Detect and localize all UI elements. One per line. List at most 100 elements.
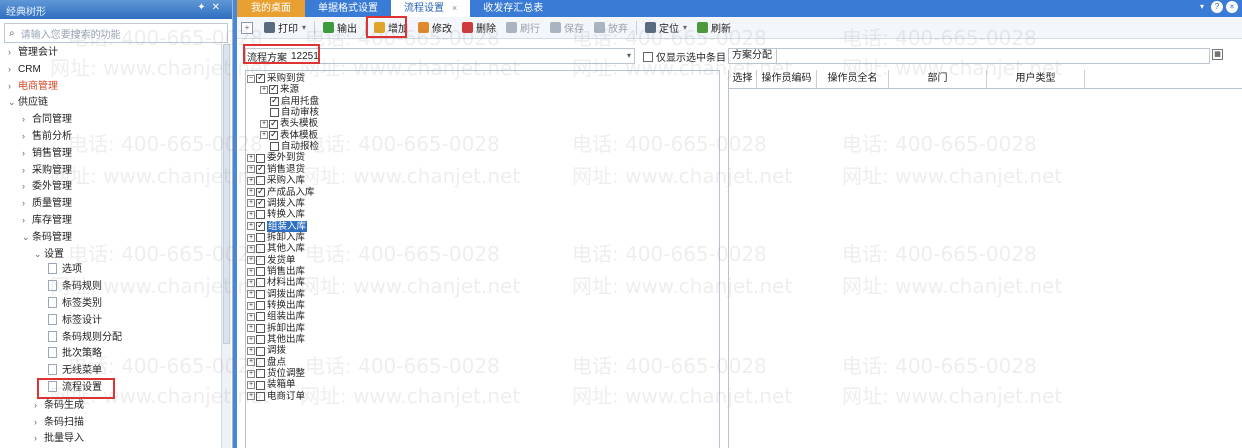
process-tree-node[interactable]: + 装箱单	[247, 379, 296, 390]
nav-group-item[interactable]: › 销售管理	[0, 145, 221, 162]
node-checkbox[interactable]	[256, 289, 265, 299]
help-icon[interactable]: ?	[1211, 1, 1223, 13]
toolbar-toggle-icon[interactable]: +	[241, 21, 253, 34]
table-column-header[interactable]: 操作员编码	[757, 70, 817, 88]
nav-group-item[interactable]: › 库存管理	[0, 212, 221, 229]
node-checkbox[interactable]	[256, 176, 265, 186]
expand-icon[interactable]: +	[247, 176, 255, 185]
nav-group-item[interactable]: › 委外管理	[0, 178, 221, 195]
nav-leaf-item[interactable]: 选项	[0, 262, 221, 279]
nav-group-item[interactable]: ⌄ 供应链	[0, 94, 221, 111]
tab-item[interactable]: 单据格式设置	[305, 0, 391, 17]
expand-icon[interactable]: +	[247, 301, 255, 310]
expand-icon[interactable]: +	[247, 369, 255, 378]
process-tree-node[interactable]: + 调拨入库	[247, 197, 305, 209]
process-tree-node[interactable]: + 调拨出库	[247, 289, 305, 300]
nav-scrollbar-thumb[interactable]	[223, 44, 230, 344]
node-checkbox[interactable]	[256, 197, 265, 208]
chevron-down-icon[interactable]: ⌄	[8, 94, 18, 111]
chevron-right-icon[interactable]: ›	[22, 162, 32, 179]
chevron-down-icon[interactable]: ⌄	[34, 246, 44, 263]
node-checkbox[interactable]	[256, 153, 265, 163]
expand-icon[interactable]: +	[247, 312, 255, 321]
node-checkbox[interactable]	[256, 267, 265, 277]
chevron-down-icon[interactable]: ▾	[627, 51, 631, 60]
nav-group-item[interactable]: › 质量管理	[0, 195, 221, 212]
node-checkbox[interactable]	[256, 380, 265, 390]
chevron-down-icon[interactable]: ▾	[683, 23, 687, 32]
chevron-right-icon[interactable]: ›	[22, 111, 32, 128]
chevron-down-icon[interactable]: ▾	[302, 23, 306, 32]
nav-search-input[interactable]: ⌕ 请输入您要搜索的功能	[4, 23, 228, 43]
toolbar-button[interactable]: 刷行	[501, 19, 545, 37]
nav-leaf-item[interactable]: 流程设置	[0, 377, 221, 399]
expand-icon[interactable]: +	[247, 290, 255, 299]
expand-icon[interactable]: +	[260, 85, 268, 94]
node-checkbox[interactable]	[270, 95, 279, 106]
process-tree-node[interactable]: + 表体模板	[260, 129, 318, 141]
nav-group-item[interactable]: › 批量导入	[0, 430, 221, 447]
nav-leaf-item[interactable]: 条码规则	[0, 279, 221, 296]
process-tree-node[interactable]: + 组装出库	[247, 311, 305, 322]
tab-item[interactable]: 流程设置 ×	[391, 0, 471, 17]
chevron-right-icon[interactable]: ›	[22, 212, 32, 229]
process-tree-node[interactable]: + 拆卸入库	[247, 232, 305, 243]
node-checkbox[interactable]	[270, 142, 279, 152]
chevron-right-icon[interactable]: ›	[8, 78, 18, 95]
process-tree-node[interactable]: + 组装入库	[247, 220, 308, 232]
expand-icon[interactable]: +	[247, 165, 255, 174]
toolbar-button[interactable]: 打印 ▾	[259, 19, 311, 37]
nav-group-item[interactable]: › 电商管理	[0, 78, 221, 95]
table-column-header[interactable]: 选择	[729, 70, 757, 88]
expand-icon[interactable]: +	[247, 347, 255, 356]
tab-item[interactable]: 收发存汇总表	[470, 0, 556, 17]
process-tree-node[interactable]: + 来源	[260, 83, 299, 95]
process-tree-node[interactable]: + 采购入库	[247, 175, 305, 186]
toolbar-button[interactable]: 定位 ▾	[640, 19, 692, 37]
node-checkbox[interactable]	[256, 335, 265, 345]
expand-icon[interactable]: +	[247, 278, 255, 287]
nav-group-item[interactable]: › 合同管理	[0, 111, 221, 128]
nav-group-item[interactable]: ⌄ 条码管理	[0, 229, 221, 246]
nav-group-item[interactable]: › 条码扫描	[0, 414, 221, 431]
table-column-header[interactable]: 用户类型	[987, 70, 1085, 88]
node-checkbox[interactable]	[256, 220, 265, 231]
table-column-header[interactable]: 操作员全名	[817, 70, 889, 88]
expand-icon[interactable]: +	[247, 324, 255, 333]
node-checkbox[interactable]	[256, 186, 265, 197]
node-checkbox[interactable]	[269, 129, 278, 140]
nav-group-item[interactable]: › 售前分析	[0, 128, 221, 145]
node-checkbox[interactable]	[256, 369, 265, 379]
chevron-right-icon[interactable]: ›	[8, 44, 18, 61]
expand-icon[interactable]: +	[247, 233, 255, 242]
collapse-icon[interactable]: −	[247, 74, 255, 83]
close-icon[interactable]: ×	[452, 3, 457, 13]
toolbar-button[interactable]: 保存	[545, 19, 589, 37]
process-tree-node[interactable]: 自动报检	[260, 141, 319, 152]
nav-leaf-item[interactable]: 批次策略	[0, 346, 221, 363]
chevron-down-icon[interactable]: ⌄	[22, 229, 32, 246]
expand-icon[interactable]: +	[247, 244, 255, 253]
toolbar-button[interactable]: 输出	[318, 19, 362, 37]
expand-icon[interactable]: +	[247, 199, 255, 208]
chevron-right-icon[interactable]: ›	[22, 145, 32, 162]
expand-icon[interactable]: +	[247, 267, 255, 276]
plan-assign-field[interactable]: 方案分配	[728, 48, 1210, 64]
node-checkbox[interactable]	[256, 244, 265, 254]
process-tree-node[interactable]: + 货位调整	[247, 368, 305, 379]
grid-icon[interactable]: ▦	[1212, 49, 1223, 60]
nav-group-item[interactable]: › 采购管理	[0, 162, 221, 179]
chevron-right-icon[interactable]: ›	[22, 195, 32, 212]
process-tree-node[interactable]: 自动审核	[260, 107, 319, 118]
node-checkbox[interactable]	[256, 163, 265, 174]
process-tree-node[interactable]: + 转换出库	[247, 300, 305, 311]
process-tree-node[interactable]: + 委外到货	[247, 152, 305, 163]
chevron-right-icon[interactable]: ›	[8, 61, 18, 78]
nav-group-item[interactable]: ⌄ 设置	[0, 246, 221, 263]
nav-leaf-item[interactable]: 条码规则分配	[0, 330, 221, 347]
toolbar-button[interactable]: 刷新	[692, 19, 736, 37]
expand-icon[interactable]: +	[247, 188, 255, 197]
checkbox-icon[interactable]	[643, 51, 653, 62]
process-tree-node[interactable]: + 电商订单	[247, 391, 305, 402]
node-checkbox[interactable]	[256, 233, 265, 243]
